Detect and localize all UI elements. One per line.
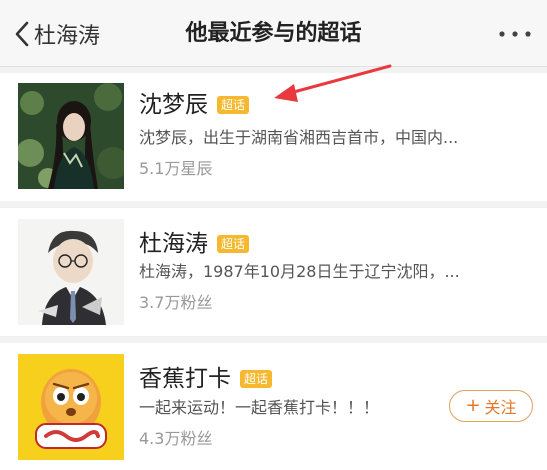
topic-follower-count: 4.3万粉丝: [139, 429, 213, 448]
topic-avatar: [18, 219, 124, 325]
nav-bar: 杜海涛 他最近参与的超话: [0, 0, 547, 67]
topic-name: 杜海涛: [139, 231, 208, 257]
list-item[interactable]: 香蕉打卡 超话 一起来运动！一起香蕉打卡！！！ 4.3万粉丝 + 关注: [0, 343, 547, 470]
topic-follower-count: 3.7万粉丝: [139, 293, 213, 312]
super-topic-badge: 超话: [217, 96, 250, 114]
topic-name: 沈梦辰: [139, 92, 208, 118]
page-title: 他最近参与的超话: [185, 21, 362, 46]
topic-description: 一起来运动！一起香蕉打卡！！！: [139, 398, 380, 417]
topic-description: 杜海涛，1987年10月28日生于辽宁沈阳，...: [139, 262, 460, 281]
topic-name-row: 香蕉打卡 超话: [139, 363, 273, 395]
more-dots-icon: [499, 31, 531, 37]
topic-avatar: [18, 354, 124, 460]
list-item[interactable]: 杜海涛 超话 杜海涛，1987年10月28日生于辽宁沈阳，... 3.7万粉丝: [0, 208, 547, 336]
follow-button[interactable]: + 关注: [449, 390, 533, 422]
list-item[interactable]: 沈梦辰 超话 沈梦辰，出生于湖南省湘西吉首市，中国内... 5.1万星辰: [0, 73, 547, 201]
topic-name: 香蕉打卡: [139, 366, 231, 392]
more-button[interactable]: [497, 24, 533, 44]
topic-name-row: 沈梦辰 超话: [139, 89, 250, 121]
super-topic-badge: 超话: [240, 370, 273, 388]
topic-follower-count: 5.1万星辰: [139, 159, 213, 178]
topic-name-row: 杜海涛 超话: [139, 228, 250, 260]
super-topic-badge: 超话: [217, 235, 250, 253]
topic-avatar: [18, 83, 124, 189]
follow-label: 关注: [484, 398, 517, 417]
topic-description: 沈梦辰，出生于湖南省湘西吉首市，中国内...: [139, 128, 459, 147]
plus-icon: +: [465, 395, 481, 416]
